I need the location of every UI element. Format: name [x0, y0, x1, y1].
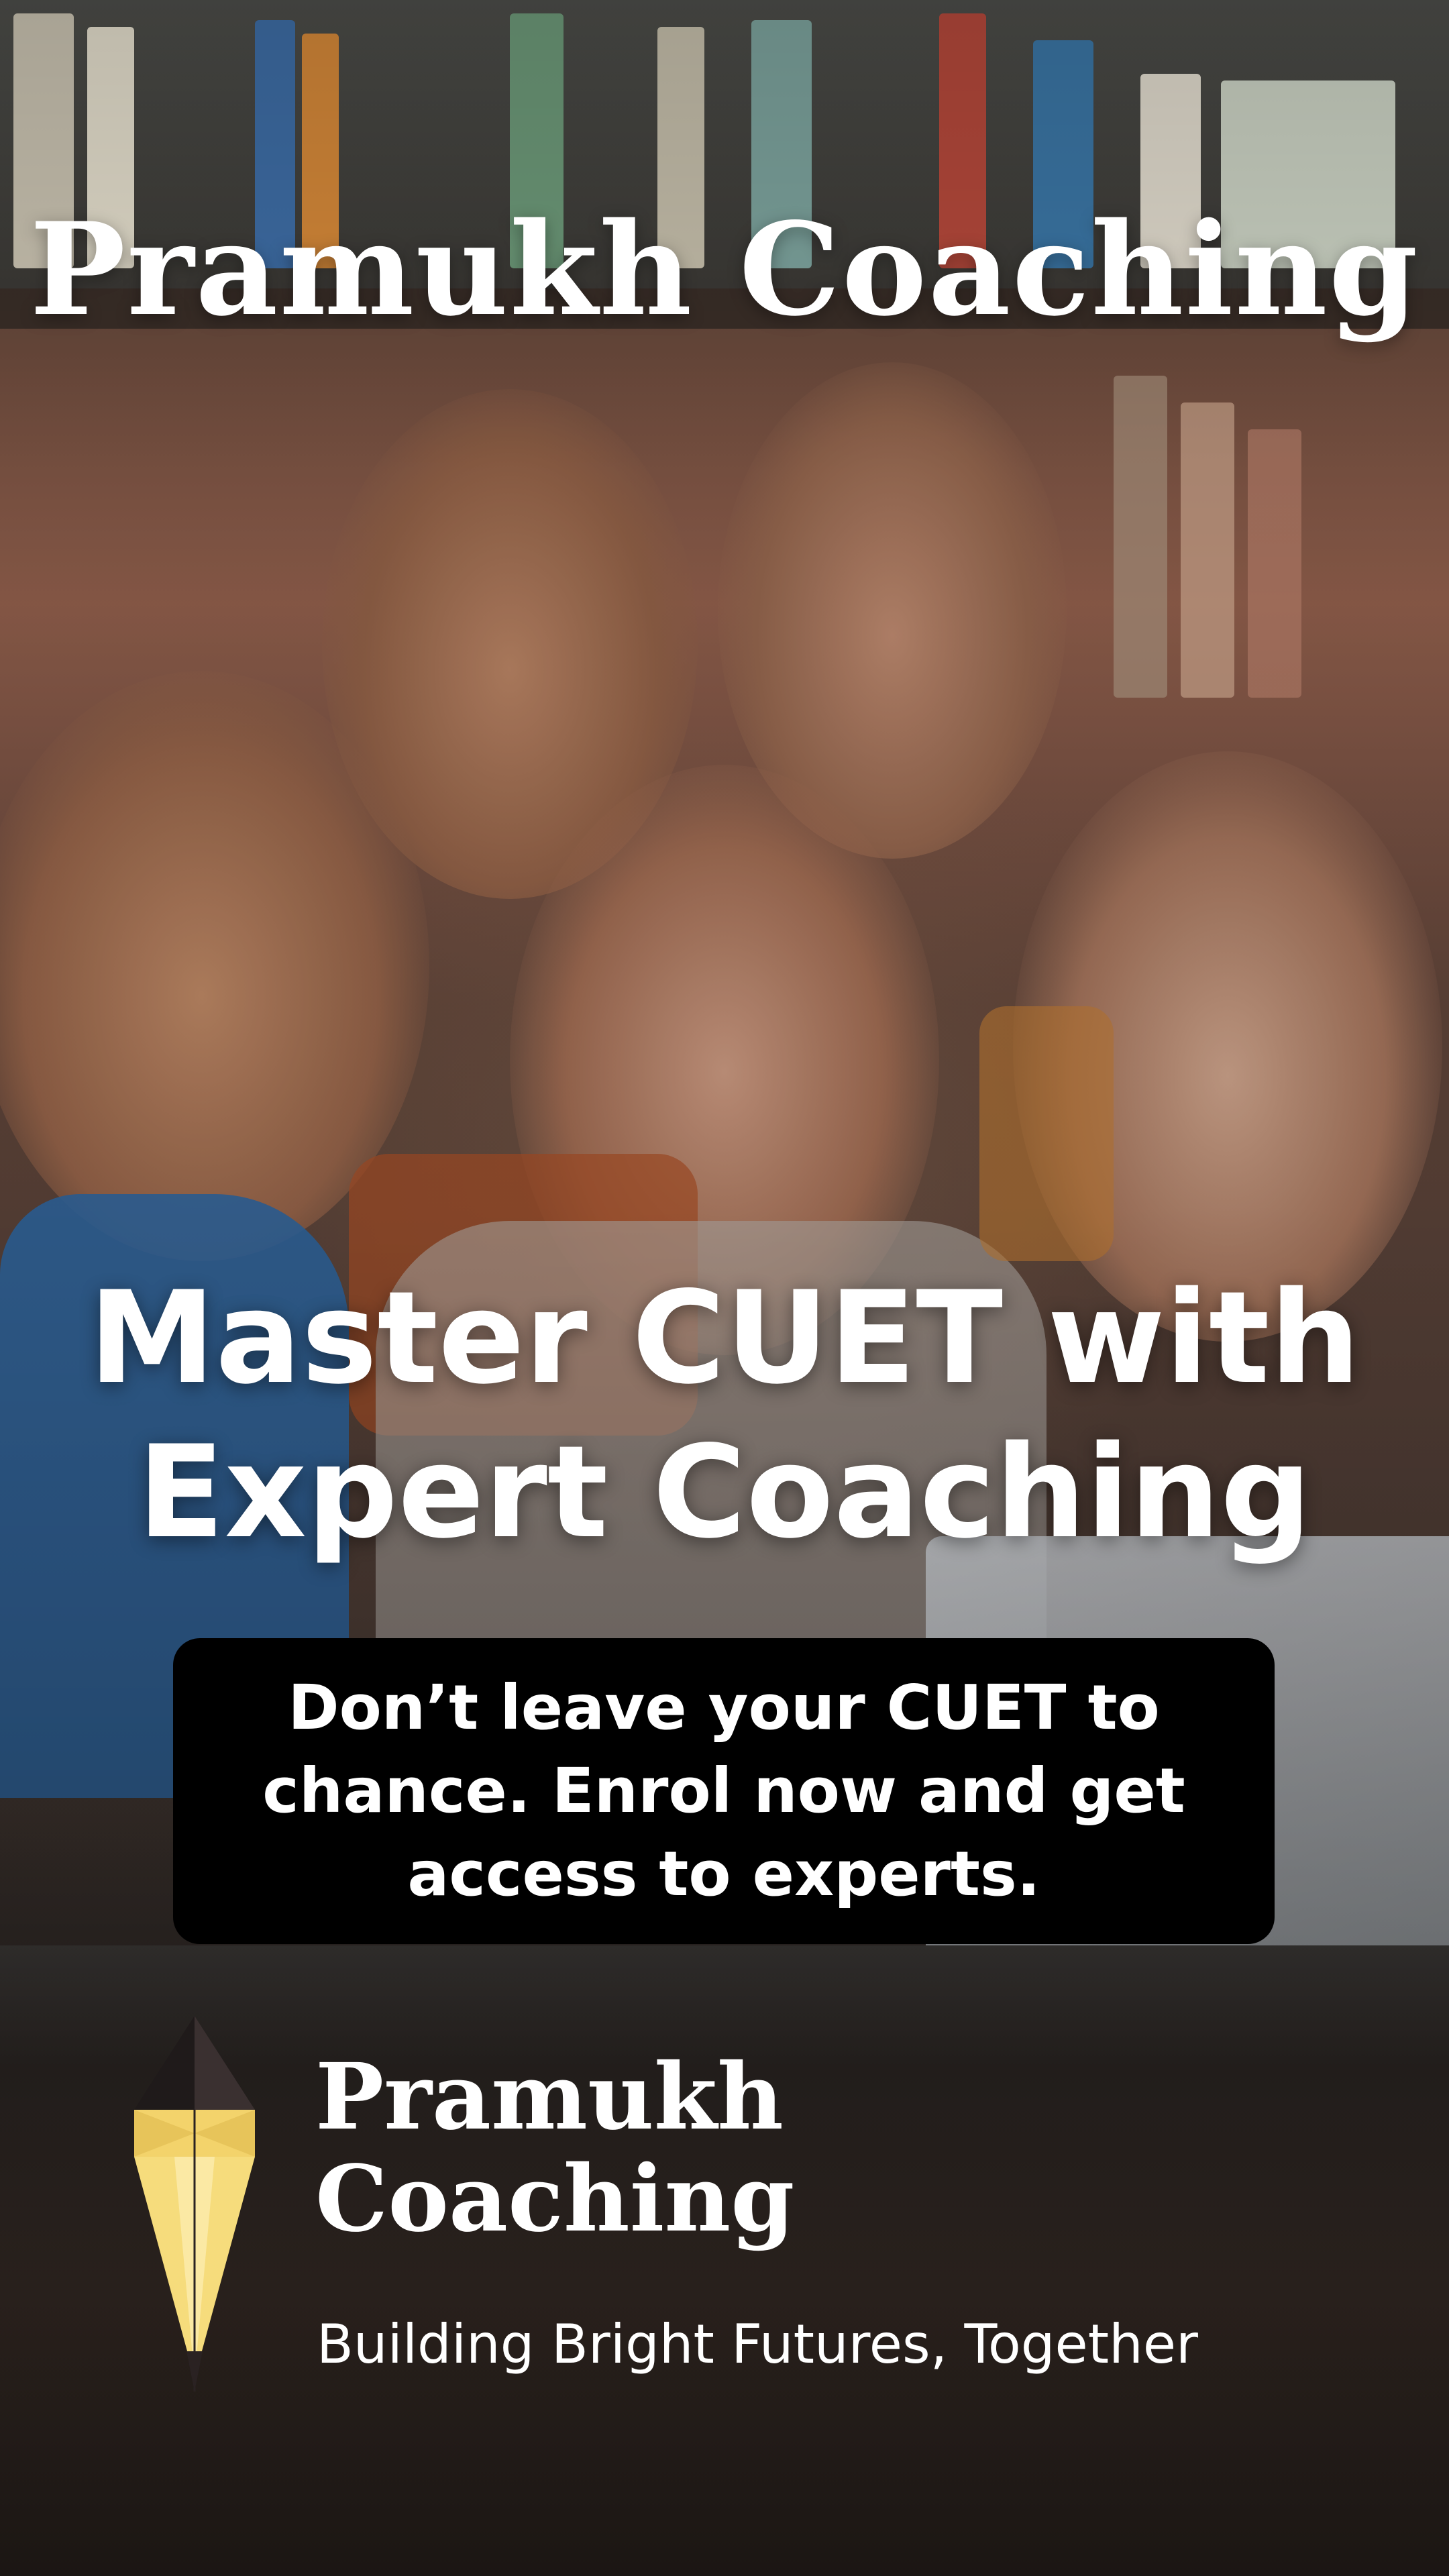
footer-brand-line-2: Coaching [315, 2145, 795, 2253]
cta-box: Don’t leave your CUET to chance. Enrol n… [173, 1638, 1275, 1944]
headline-line-1: Master CUET with [89, 1264, 1360, 1412]
cta-text: Don’t leave your CUET to chance. Enrol n… [262, 1672, 1185, 1910]
headline-line-2: Expert Coaching [137, 1418, 1312, 1566]
pencil-nib-icon [134, 2016, 255, 2392]
poster: Pramukh Coaching Master CUET with Expert… [0, 0, 1449, 2576]
brand-title: Pramukh Coaching [30, 195, 1419, 344]
footer-brand-name: Pramukh Coaching [315, 2046, 919, 2250]
tagline: Building Bright Futures, Together [317, 2313, 1198, 2375]
footer-brand-line-1: Pramukh [315, 2043, 784, 2151]
headline: Master CUET with Expert Coaching [0, 1261, 1449, 1570]
